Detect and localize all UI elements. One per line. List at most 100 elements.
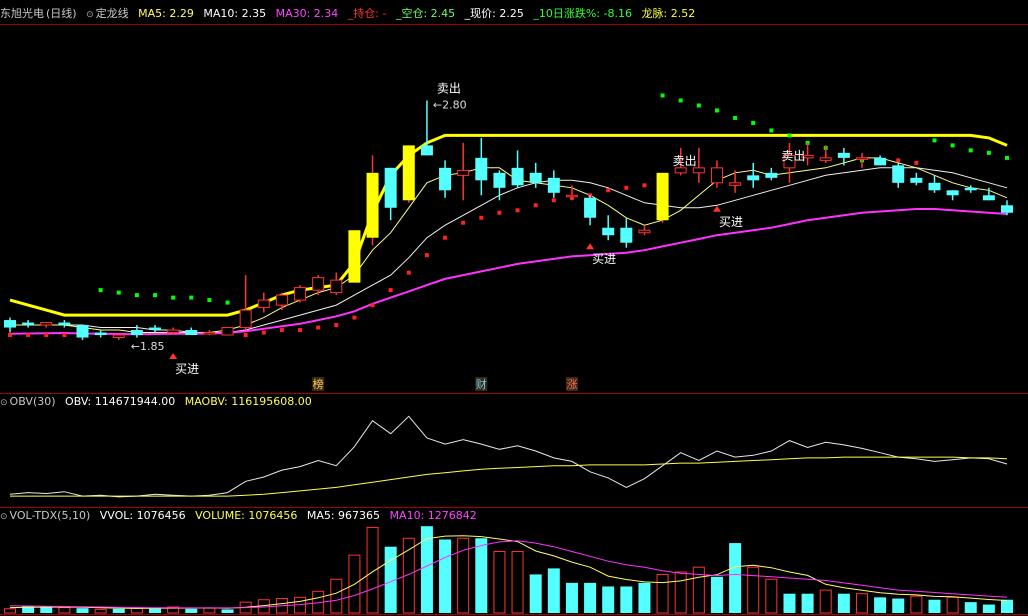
sar-dot: [968, 148, 973, 153]
sell-signal-label: 卖出: [437, 81, 461, 95]
candle-body-down: [185, 330, 198, 336]
sar-dot: [696, 103, 701, 108]
volume-bar-down: [874, 597, 887, 613]
sar-dot: [769, 128, 774, 133]
volume-bar-down: [638, 582, 651, 613]
sar-dot: [243, 333, 248, 338]
sar-dot: [914, 160, 919, 165]
volume-bar-down: [565, 582, 578, 613]
sar-dot: [497, 210, 502, 215]
volume-bar-down: [185, 608, 198, 613]
volume-bar-up: [493, 551, 506, 614]
candle-body-down: [76, 325, 89, 338]
volume-bar-up: [58, 607, 71, 614]
candle-body-down: [584, 197, 597, 218]
sar-dot: [986, 150, 991, 155]
volume-bar-up: [366, 526, 379, 614]
sar-dot: [388, 288, 393, 293]
candle-body-down: [602, 227, 615, 236]
sar-dot: [334, 323, 339, 328]
sar-dot: [352, 315, 357, 320]
sar-dot: [624, 185, 629, 190]
sar-dot: [207, 298, 212, 303]
sar-dot: [153, 293, 158, 298]
sar-dot: [225, 300, 230, 305]
volume-bar-down: [529, 574, 542, 613]
candle-body-down: [130, 330, 143, 336]
ma10-line: [10, 167, 1008, 333]
sar-dot: [298, 328, 303, 333]
volume-bar-down: [76, 608, 89, 613]
candle-body-down: [982, 195, 995, 201]
candle-body-breakout: [366, 172, 379, 238]
candle-body-up: [855, 157, 868, 160]
sar-dot: [44, 333, 49, 338]
event-mark-label: 涨: [566, 378, 577, 391]
sar-dot: [606, 188, 611, 193]
buy-signal-label: 买进: [719, 215, 743, 229]
candle-body-down: [439, 167, 452, 191]
sar-dot: [443, 235, 448, 240]
low-price-label: ←1.85: [131, 340, 165, 353]
sell-signal-label: 卖出: [673, 154, 697, 168]
sar-dot: [8, 333, 12, 338]
volume-bar-down: [584, 582, 597, 613]
sar-dot: [533, 203, 538, 208]
buy-arrow-icon: [712, 205, 721, 212]
sar-dot: [751, 120, 756, 125]
candle-body-up: [819, 157, 832, 161]
candle-body-up: [257, 299, 270, 309]
candle-body-down: [475, 157, 488, 181]
volume-bar-up: [674, 571, 687, 614]
volume-bar-down: [892, 598, 905, 613]
volume-bar-up: [747, 566, 760, 614]
candle-body-breakout: [402, 145, 415, 201]
volume-bar-down: [475, 538, 488, 613]
candle-body-down: [765, 172, 778, 178]
obv-line: [9, 415, 1008, 498]
sar-dot: [787, 133, 792, 138]
sar-dot: [261, 330, 266, 335]
candle-body-up: [710, 167, 723, 184]
sar-dot: [932, 138, 937, 143]
candle-body-up: [221, 327, 234, 336]
volume-bar-up: [511, 551, 524, 614]
candle-body-down: [1001, 205, 1013, 213]
event-mark-label: 财: [476, 377, 487, 391]
volume-bar-up: [656, 573, 669, 614]
candle-body-down: [874, 157, 887, 166]
volume-bar-up: [4, 608, 16, 614]
candle-body-down: [384, 167, 397, 208]
volume-bar-up: [855, 593, 868, 614]
volume-bar-up: [130, 607, 143, 614]
candle-body-up: [729, 182, 742, 186]
sar-dot: [733, 115, 738, 120]
sar-dot: [134, 293, 139, 298]
candle-body-up: [692, 167, 705, 174]
candle-body-down: [747, 175, 760, 181]
volume-bar-down: [439, 539, 452, 613]
volume-bar-down: [964, 602, 977, 613]
volume-bar-down: [837, 593, 850, 613]
candle-body-breakout: [656, 172, 669, 221]
candle-body-down: [928, 182, 941, 191]
sar-dot: [370, 303, 375, 308]
volume-bar-up: [330, 578, 343, 614]
chart-canvas[interactable]: ←1.85←2.80买进买进买进卖出卖出 卖出榜财涨: [0, 0, 1028, 616]
candle-body-up: [312, 277, 325, 291]
candle-body-up: [674, 167, 687, 174]
longmai-line: [9, 133, 1008, 317]
volume-bar-down: [112, 608, 125, 613]
sar-dot: [171, 295, 176, 300]
sar-dot: [62, 333, 67, 338]
candle-body-down: [4, 320, 16, 328]
sar-dot: [461, 220, 466, 225]
candle-body-up: [457, 169, 470, 176]
buy-arrow-icon: [586, 243, 595, 250]
candle-body-breakout: [348, 230, 361, 283]
volume-bar-down: [620, 586, 633, 613]
candle-body-down: [547, 177, 560, 193]
volume-bar-down: [1001, 599, 1013, 613]
candle-body-up: [112, 334, 125, 339]
candle-body-up: [565, 194, 578, 198]
